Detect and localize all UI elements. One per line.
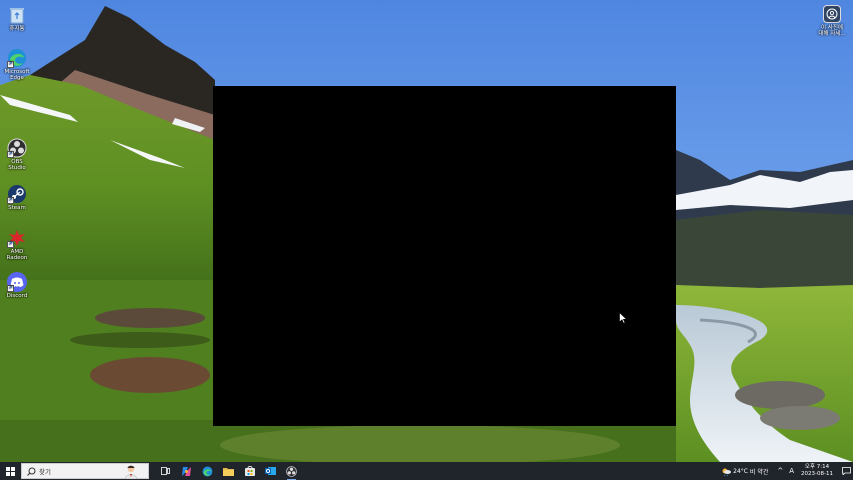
weather-temp: 24°C (733, 467, 748, 475)
taskbar-store-button[interactable] (239, 462, 260, 480)
taskbar-outlook-button[interactable] (260, 462, 281, 480)
learn-about-picture-icon (823, 5, 841, 23)
chevron-up-icon[interactable]: ^ (777, 467, 783, 475)
obs-icon (286, 465, 297, 477)
desktop-icon-discord[interactable]: ↗ Discord (2, 272, 32, 299)
desktop-icon-amd[interactable]: ↗ AMD Radeon (2, 228, 32, 261)
edge-icon: ↗ (7, 48, 27, 68)
weather-widget[interactable]: 24°C 비 약간 (721, 467, 768, 476)
taskbar: 찾기 24°C 비 약간 ^ A 오후 7:14 2023-08-11 (0, 462, 853, 480)
taskbar-search-box[interactable]: 찾기 (21, 463, 149, 479)
edge-icon (202, 466, 213, 476)
notification-icon (841, 467, 851, 475)
desktop-icon-steam[interactable]: ↗ Steam (2, 184, 32, 211)
desktop-icon-obs[interactable]: ↗ OBS Studio (2, 138, 32, 171)
clock-time: 오후 7:14 (804, 464, 830, 470)
discord-icon: ↗ (7, 272, 27, 292)
desktop-icon-label: Discord (6, 293, 28, 299)
desktop-icon-label: AMD Radeon (6, 249, 28, 261)
taskbar-edge-button[interactable] (197, 462, 218, 480)
taskbar-clock[interactable]: 오후 7:14 2023-08-11 (801, 464, 833, 478)
clock-date: 2023-08-11 (801, 471, 833, 477)
ime-indicator[interactable]: A (789, 467, 794, 475)
shortcut-arrow-icon: ↗ (7, 285, 14, 292)
windows-logo-icon (5, 466, 15, 476)
taskbar-file-explorer-button[interactable] (218, 462, 239, 480)
store-icon (244, 466, 255, 476)
steam-icon: ↗ (7, 184, 27, 204)
weather-condition: 비 약간 (749, 468, 769, 476)
notification-center-button[interactable] (839, 462, 853, 480)
shortcut-arrow-icon: ↗ (7, 61, 14, 68)
desktop-icon-recycle-bin[interactable]: 휴지통 (2, 5, 32, 32)
learn-about-picture-widget[interactable]: 이 사진에 대해 자세... (817, 5, 847, 37)
folder-icon (223, 467, 234, 476)
task-view-button[interactable] (155, 462, 176, 480)
amd-icon: ↗ (7, 228, 27, 248)
recycle-bin-icon (7, 5, 27, 25)
search-placeholder: 찾기 (39, 468, 51, 476)
copilot-icon (182, 466, 191, 476)
desktop-icon-label: Steam (8, 205, 26, 211)
shortcut-arrow-icon: ↗ (7, 197, 14, 204)
search-icon (27, 467, 36, 476)
task-view-icon (161, 467, 170, 475)
desktop-icon-label: Microsoft Edge (4, 69, 30, 81)
obs-icon: ↗ (7, 138, 27, 158)
search-highlight-illustration-icon (124, 465, 138, 479)
copilot-button[interactable] (176, 462, 197, 480)
start-button[interactable] (0, 462, 20, 480)
shortcut-arrow-icon: ↗ (7, 241, 14, 248)
taskbar-obs-button[interactable] (281, 462, 302, 480)
shortcut-arrow-icon: ↗ (7, 151, 14, 158)
desktop-icon-edge[interactable]: ↗ Microsoft Edge (2, 48, 32, 81)
system-tray: 24°C 비 약간 ^ A 오후 7:14 2023-08-11 (721, 462, 853, 480)
weather-rain-icon (722, 468, 732, 476)
mouse-cursor-icon (619, 312, 627, 324)
desktop-icon-label: OBS Studio (8, 159, 26, 171)
app-window-black[interactable] (213, 86, 676, 426)
widget-label-line2: 대해 자세... (818, 31, 846, 37)
outlook-icon (265, 467, 276, 475)
desktop-icon-label: 휴지통 (9, 26, 25, 32)
